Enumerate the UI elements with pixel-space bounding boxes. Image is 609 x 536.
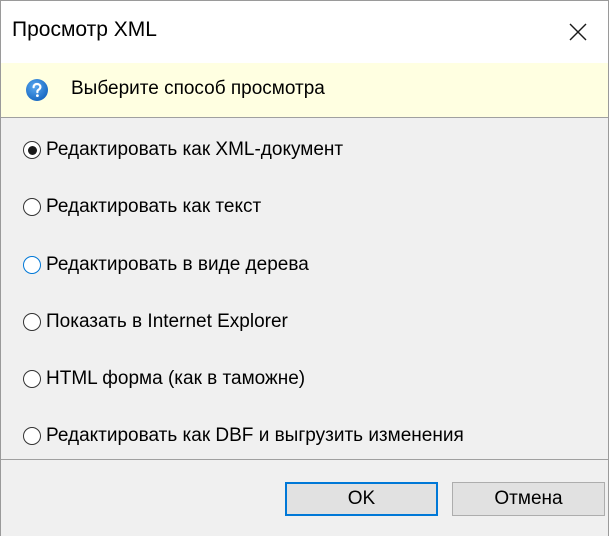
cancel-button[interactable]: Отмена	[452, 482, 605, 516]
option-label: Редактировать в виде дерева	[46, 254, 309, 275]
question-icon	[26, 79, 48, 101]
option-internet-explorer[interactable]: Показать в Internet Explorer	[23, 307, 288, 337]
close-button[interactable]	[548, 1, 608, 63]
option-text[interactable]: Редактировать как текст	[23, 192, 261, 222]
option-tree[interactable]: Редактировать в виде дерева	[23, 250, 309, 280]
info-banner: Выберите способ просмотра	[1, 63, 608, 118]
option-xml-document[interactable]: Редактировать как XML-документ	[23, 135, 343, 165]
title-bar: Просмотр XML	[1, 1, 608, 63]
window-title: Просмотр XML	[12, 18, 157, 41]
view-mode-options: Редактировать как XML-документ Редактиро…	[1, 118, 608, 458]
radio-button[interactable]	[23, 370, 41, 388]
radio-button[interactable]	[23, 198, 41, 216]
close-icon	[569, 23, 587, 41]
radio-button-selected[interactable]	[23, 141, 41, 159]
option-label: Редактировать как XML-документ	[46, 139, 344, 160]
option-label: HTML форма (как в таможне)	[46, 368, 306, 389]
option-label: Показать в Internet Explorer	[46, 311, 288, 332]
radio-button[interactable]	[23, 427, 41, 445]
xml-view-dialog: Просмотр XML Выберите способ просмотра Р…	[0, 0, 609, 536]
ok-button[interactable]: OK	[285, 482, 438, 516]
option-label: Редактировать как текст	[46, 196, 262, 217]
option-html-form[interactable]: HTML форма (как в таможне)	[23, 364, 305, 394]
info-text: Выберите способ просмотра	[71, 78, 325, 99]
option-dbf[interactable]: Редактировать как DBF и выгрузить измене…	[23, 421, 464, 451]
option-label: Редактировать как DBF и выгрузить измене…	[46, 425, 464, 446]
dialog-footer: OK Отмена	[1, 459, 608, 536]
radio-button-focused[interactable]	[23, 256, 41, 274]
radio-button[interactable]	[23, 313, 41, 331]
